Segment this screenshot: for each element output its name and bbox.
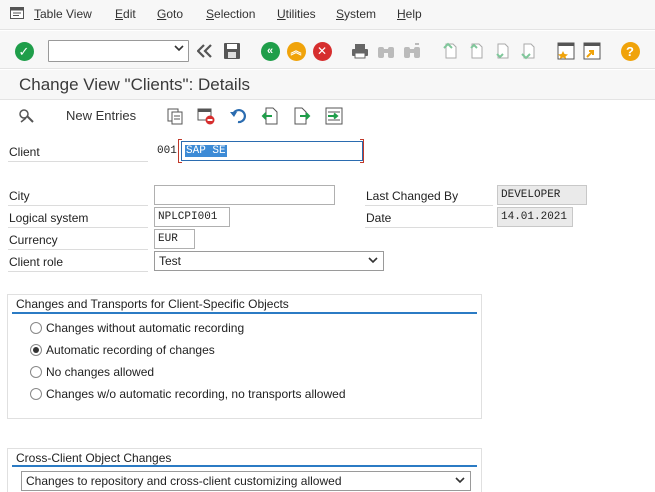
last-changed-by-value: DEVELOPER bbox=[501, 189, 561, 201]
radio-label: No changes allowed bbox=[46, 365, 155, 379]
label-underline bbox=[8, 227, 148, 228]
last-changed-by-label: Last Changed By bbox=[366, 189, 459, 203]
client-number: 001 bbox=[157, 145, 177, 157]
menu-table-view[interactable]: Table View bbox=[34, 7, 92, 21]
page-title: Change View "Clients": Details bbox=[19, 75, 250, 94]
radio-label: Automatic recording of changes bbox=[46, 343, 215, 357]
radio-label: Changes without automatic recording bbox=[46, 321, 245, 335]
last-page-icon[interactable] bbox=[518, 41, 538, 61]
last-changed-by-field: DEVELOPER bbox=[497, 185, 587, 205]
cross-client-select[interactable]: Changes to repository and cross-client c… bbox=[21, 471, 471, 491]
delete-icon[interactable] bbox=[197, 107, 215, 125]
radio-option[interactable]: No changes allowed bbox=[30, 365, 154, 379]
radio-button-selected[interactable] bbox=[30, 344, 42, 356]
client-role-label: Client role bbox=[9, 255, 64, 269]
date-label: Date bbox=[366, 211, 392, 225]
menu-utilities[interactable]: Utilities bbox=[277, 7, 316, 21]
menu-help[interactable]: Help bbox=[397, 7, 422, 21]
title-bar: Change View "Clients": Details bbox=[0, 70, 655, 100]
find-icon[interactable] bbox=[376, 41, 396, 61]
radio-button[interactable] bbox=[30, 322, 42, 334]
create-session-icon[interactable] bbox=[556, 41, 576, 61]
label-underline bbox=[365, 227, 493, 228]
menu-system[interactable]: System bbox=[336, 7, 376, 21]
menu-icon[interactable] bbox=[10, 7, 24, 19]
save-icon[interactable] bbox=[222, 41, 242, 61]
next-entry-icon[interactable] bbox=[293, 107, 311, 125]
label-underline bbox=[365, 205, 493, 206]
date-value: 14.01.2021 bbox=[501, 211, 568, 223]
display-change-icon[interactable] bbox=[18, 107, 36, 125]
find-next-icon[interactable] bbox=[402, 41, 422, 61]
logical-system-label: Logical system bbox=[9, 211, 89, 225]
radio-dot bbox=[33, 347, 39, 353]
client-role-select[interactable]: Test bbox=[154, 251, 384, 271]
group-title: Changes and Transports for Client-Specif… bbox=[16, 297, 289, 311]
print-icon[interactable] bbox=[350, 41, 370, 61]
group-title-underline bbox=[12, 465, 477, 467]
group-title-underline bbox=[12, 312, 477, 314]
exit-icon[interactable]: ︽ bbox=[286, 41, 306, 61]
client-name-value: SAP SE bbox=[185, 145, 227, 157]
client-role-value: Test bbox=[159, 254, 182, 268]
currency-field[interactable]: EUR bbox=[154, 229, 195, 249]
undo-icon[interactable] bbox=[229, 107, 247, 125]
back-icon[interactable]: « bbox=[260, 41, 280, 61]
date-field: 14.01.2021 bbox=[497, 207, 573, 227]
chevron-down-icon[interactable] bbox=[455, 473, 465, 490]
city-label: City bbox=[9, 189, 30, 203]
enter-icon[interactable]: ✓ bbox=[14, 41, 34, 61]
cross-client-value: Changes to repository and cross-client c… bbox=[26, 474, 342, 488]
radio-button[interactable] bbox=[30, 366, 42, 378]
changes-transports-group: Changes and Transports for Client-Specif… bbox=[7, 294, 482, 419]
label-underline bbox=[8, 161, 148, 162]
help-icon[interactable]: ? bbox=[620, 41, 640, 61]
focus-bracket-right bbox=[360, 139, 364, 163]
radio-option[interactable]: Automatic recording of changes bbox=[30, 343, 215, 357]
help-glyph: ? bbox=[620, 41, 640, 61]
select-block-icon[interactable] bbox=[325, 107, 343, 125]
client-label: Client bbox=[9, 145, 40, 159]
radio-option[interactable]: Changes without automatic recording bbox=[30, 321, 244, 335]
radio-option[interactable]: Changes w/o automatic recording, no tran… bbox=[30, 387, 346, 401]
menu-goto[interactable]: Goto bbox=[157, 7, 183, 21]
first-page-icon[interactable] bbox=[440, 41, 460, 61]
previous-entry-icon[interactable] bbox=[261, 107, 279, 125]
previous-page-icon[interactable] bbox=[466, 41, 486, 61]
label-underline bbox=[8, 205, 148, 206]
application-toolbar: New Entries bbox=[0, 101, 655, 131]
city-field[interactable] bbox=[154, 185, 335, 205]
menu-selection[interactable]: Selection bbox=[206, 7, 255, 21]
radio-label: Changes w/o automatic recording, no tran… bbox=[46, 387, 346, 401]
generate-shortcut-icon[interactable] bbox=[582, 41, 602, 61]
new-entries-button[interactable]: New Entries bbox=[66, 108, 136, 123]
currency-label: Currency bbox=[9, 233, 58, 247]
group-title: Cross-Client Object Changes bbox=[16, 451, 172, 465]
radio-button[interactable] bbox=[30, 388, 42, 400]
double-chevron-left-icon[interactable] bbox=[196, 41, 214, 61]
chevron-down-icon[interactable] bbox=[174, 44, 184, 55]
label-underline bbox=[8, 271, 148, 272]
cancel-icon[interactable]: ✕ bbox=[312, 41, 332, 61]
logical-system-field[interactable]: NPLCPI001 bbox=[154, 207, 230, 227]
menu-edit[interactable]: Edit bbox=[115, 7, 136, 21]
label-underline bbox=[8, 249, 148, 250]
client-name-field[interactable]: SAP SE bbox=[181, 141, 363, 161]
menu-bar: Table View Edit Goto Selection Utilities… bbox=[0, 0, 655, 30]
copy-as-icon[interactable] bbox=[166, 107, 184, 125]
next-page-icon[interactable] bbox=[492, 41, 512, 61]
cross-client-group: Cross-Client Object Changes Changes to r… bbox=[7, 448, 482, 492]
currency-value: EUR bbox=[158, 233, 178, 245]
command-field[interactable] bbox=[48, 40, 189, 62]
chevron-down-icon[interactable] bbox=[368, 253, 378, 270]
logical-system-value: NPLCPI001 bbox=[158, 211, 218, 223]
